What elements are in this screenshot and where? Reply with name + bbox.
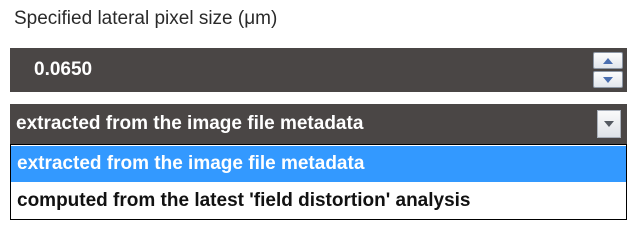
chevron-down-icon xyxy=(604,121,614,127)
combobox-selected-value: extracted from the image file metadata xyxy=(16,113,364,134)
dropdown-option-field-distortion[interactable]: computed from the latest 'field distorti… xyxy=(11,183,626,219)
spin-up-icon xyxy=(603,58,613,64)
spin-down-icon xyxy=(603,77,613,83)
dropdown-option-metadata[interactable]: extracted from the image file metadata xyxy=(11,146,626,182)
pixel-size-spinbox[interactable]: 0.0650 xyxy=(10,48,627,92)
spin-down-button[interactable] xyxy=(593,71,623,88)
combobox-dropdown-button[interactable] xyxy=(597,110,621,138)
spin-buttons xyxy=(593,52,623,88)
pixel-size-source-combobox[interactable]: extracted from the image file metadata xyxy=(10,104,627,144)
pixel-size-panel: Specified lateral pixel size (μm) 0.0650… xyxy=(0,0,637,240)
pixel-size-source-dropdown-list: extracted from the image file metadata c… xyxy=(10,144,627,220)
pixel-size-label: Specified lateral pixel size (μm) xyxy=(14,8,278,29)
pixel-size-value[interactable]: 0.0650 xyxy=(34,48,92,92)
spin-up-button[interactable] xyxy=(593,52,623,69)
